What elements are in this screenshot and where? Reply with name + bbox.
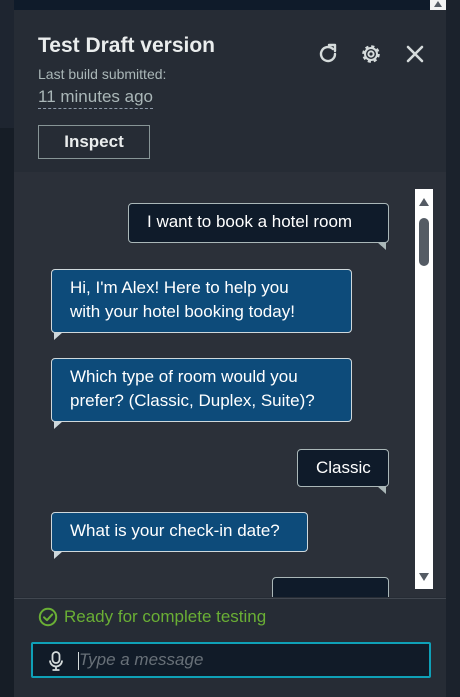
message-text: I want to book a hotel room	[147, 212, 353, 231]
message-text-line: prefer? (Classic, Duplex, Suite)?	[70, 391, 315, 410]
message-input[interactable]	[79, 646, 419, 674]
panel-title: Test Draft version	[38, 34, 215, 57]
bot-message: Hi, I'm Alex! Here to help you with your…	[51, 269, 352, 340]
message-text-line: with your hotel booking today!	[70, 302, 295, 321]
user-message: Classic	[297, 449, 389, 494]
scroll-thumb[interactable]	[419, 218, 429, 266]
message-composer[interactable]	[31, 642, 431, 678]
background-right	[446, 0, 460, 697]
message-text-line: Hi, I'm Alex! Here to help you	[70, 278, 289, 297]
bubble-tail	[377, 242, 386, 250]
check-circle-icon	[38, 607, 58, 627]
message-text: Classic	[316, 458, 371, 477]
message-text: What is your check-in date?	[70, 521, 280, 540]
build-time[interactable]: 11 minutes ago	[38, 87, 153, 109]
refresh-icon[interactable]	[316, 42, 340, 66]
status-text: Ready for complete testing	[64, 607, 267, 626]
scroll-up-arrow-icon[interactable]	[419, 198, 429, 206]
divider	[14, 598, 446, 599]
outer-scrollbar-up[interactable]	[430, 0, 446, 10]
close-icon[interactable]	[403, 42, 427, 66]
build-label: Last build submitted:	[38, 66, 167, 82]
scroll-up-arrow-icon	[434, 1, 442, 7]
chat-scrollbar[interactable]	[415, 189, 433, 589]
user-message: I want to book a hotel room	[128, 203, 389, 250]
bubble-tail	[377, 486, 386, 494]
bubble-tail	[54, 421, 63, 429]
scroll-down-arrow-icon[interactable]	[419, 573, 429, 581]
background-left-header	[0, 0, 14, 128]
bubble-tail	[54, 551, 63, 559]
status-indicator: Ready for complete testing	[38, 607, 266, 627]
user-message-partial	[272, 577, 389, 597]
settings-gear-icon[interactable]	[359, 42, 383, 66]
panel-header: Test Draft version Last build submitted:…	[14, 10, 446, 172]
inspect-button[interactable]: Inspect	[38, 125, 150, 159]
bubble-tail	[54, 332, 63, 340]
microphone-icon[interactable]	[49, 651, 63, 671]
bot-message: What is your check-in date?	[51, 512, 308, 559]
test-draft-panel: Test Draft version Last build submitted:…	[14, 10, 446, 697]
conversation-area[interactable]: I want to book a hotel room Hi, I'm Alex…	[14, 172, 446, 597]
bot-message: Which type of room would you prefer? (Cl…	[51, 358, 352, 429]
message-text-line: Which type of room would you	[70, 367, 298, 386]
